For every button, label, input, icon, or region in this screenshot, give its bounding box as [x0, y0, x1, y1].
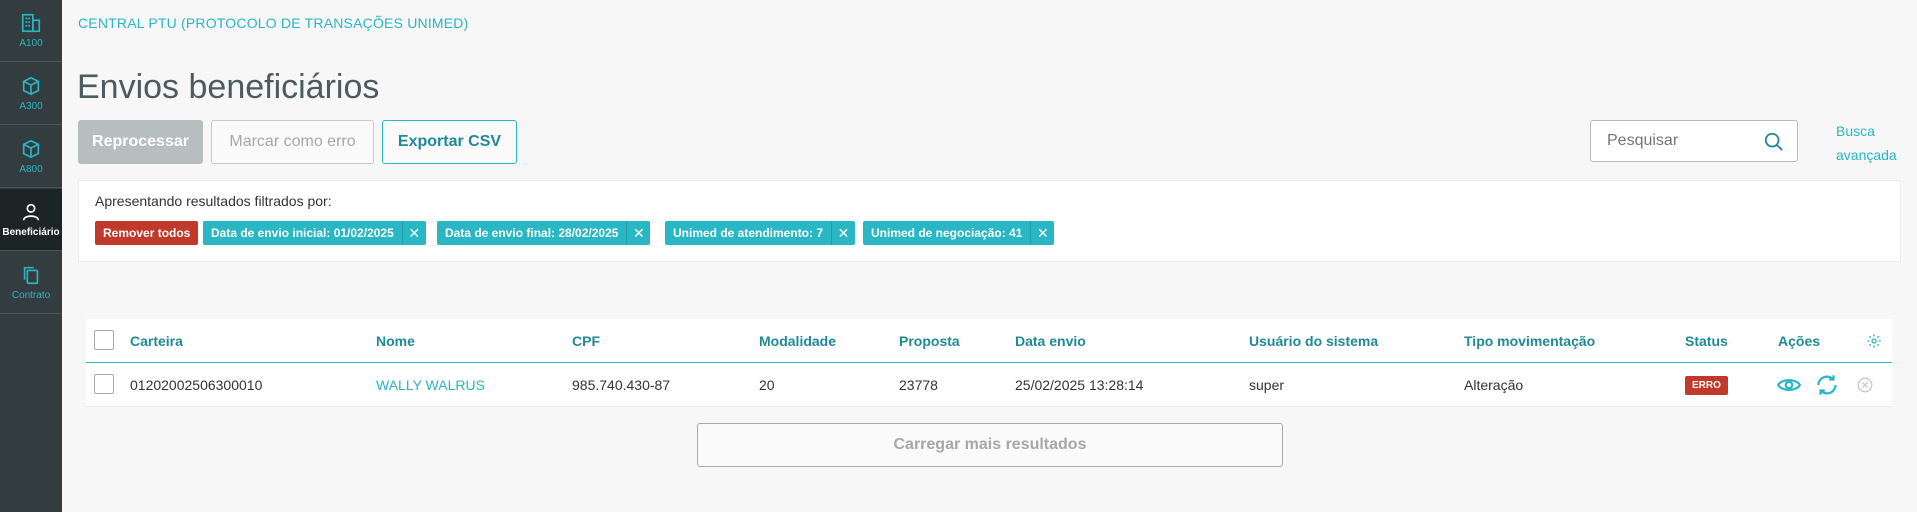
- sidebar-item-a800[interactable]: A800: [0, 126, 62, 188]
- sidebar-item-a100[interactable]: A100: [0, 0, 62, 62]
- filter-chip-label: Unimed de atendimento: 7: [673, 226, 824, 240]
- row-checkbox[interactable]: [94, 374, 114, 394]
- export-csv-button[interactable]: Exportar CSV: [382, 120, 517, 164]
- filter-chip-unimed-atendimento: Unimed de atendimento: 7 ✕: [665, 221, 856, 245]
- column-header-nome[interactable]: Nome: [376, 319, 415, 363]
- advanced-search-link[interactable]: Busca avançada: [1836, 119, 1906, 167]
- column-header-acoes: Ações: [1778, 333, 1821, 349]
- advanced-search-label-line1: Busca: [1836, 123, 1875, 139]
- column-header-usuario[interactable]: Usuário do sistema: [1249, 319, 1378, 363]
- filter-chip-end-date: Data de envio final: 28/02/2025 ✕: [437, 221, 651, 245]
- column-header-tipo[interactable]: Tipo movimentação: [1464, 319, 1595, 363]
- select-all-checkbox[interactable]: [94, 330, 114, 350]
- status-cell: ERRO: [1685, 363, 1728, 407]
- breadcrumb[interactable]: CENTRAL PTU (PROTOCOLO DE TRANSAÇÕES UNI…: [78, 15, 468, 31]
- close-icon[interactable]: ✕: [1030, 221, 1054, 245]
- sidebar-item-label: Contrato: [11, 290, 51, 301]
- search-input[interactable]: [1607, 132, 1757, 150]
- column-header-carteira[interactable]: Carteira: [130, 319, 183, 363]
- cell-data-envio: 25/02/2025 13:28:14: [1015, 377, 1144, 393]
- sidebar-item-beneficiario[interactable]: Beneficiário: [0, 189, 62, 251]
- view-icon[interactable]: [1776, 363, 1802, 407]
- advanced-search-label-line2: avançada: [1836, 147, 1897, 163]
- cell-carteira: 01202002506300010: [130, 377, 263, 393]
- sidebar-item-label: A100: [19, 38, 43, 49]
- person-icon: [22, 203, 40, 221]
- column-header-status[interactable]: Status: [1685, 319, 1728, 363]
- column-header-data-envio[interactable]: Data envio: [1015, 319, 1086, 363]
- reprocess-button[interactable]: Reprocessar: [78, 120, 203, 164]
- column-header-proposta[interactable]: Proposta: [899, 319, 960, 363]
- cell-nome-link[interactable]: WALLY WALRUS: [376, 363, 485, 407]
- reprocess-icon[interactable]: [1814, 363, 1840, 407]
- cell-modalidade: 20: [759, 377, 775, 393]
- search-icon[interactable]: [1763, 131, 1785, 153]
- status-badge: ERRO: [1685, 375, 1728, 395]
- page-title: Envios beneficiários: [77, 68, 380, 106]
- gear-icon[interactable]: [1866, 319, 1882, 363]
- column-header-cpf[interactable]: CPF: [572, 319, 600, 363]
- filter-chip-unimed-negociacao: Unimed de negociação: 41 ✕: [863, 221, 1055, 245]
- box-icon: [22, 76, 40, 96]
- close-icon[interactable]: ✕: [831, 221, 855, 245]
- search-box: [1590, 120, 1798, 162]
- cell-proposta: 23778: [899, 377, 938, 393]
- remove-all-filters-button[interactable]: Remover todos: [95, 221, 199, 245]
- sidebar-item-label: Beneficiário: [2, 227, 60, 238]
- remove-all-label: Remover todos: [103, 226, 191, 240]
- mark-as-error-button[interactable]: Marcar como erro: [211, 120, 374, 164]
- filter-chip-label: Data de envio final: 28/02/2025: [445, 226, 619, 240]
- cell-cpf: 985.740.430-87: [572, 377, 671, 393]
- building-icon: [21, 13, 41, 33]
- sidebar-item-label: A300: [19, 101, 43, 112]
- sidebar-item-contrato[interactable]: Contrato: [0, 252, 62, 314]
- column-header-modalidade[interactable]: Modalidade: [759, 319, 836, 363]
- box-icon: [22, 139, 40, 159]
- filter-chip-label: Data de envio inicial: 01/02/2025: [211, 226, 394, 240]
- sidebar-item-label: A800: [19, 164, 43, 175]
- filter-label: Apresentando resultados filtrados por:: [95, 193, 332, 209]
- cell-tipo: Alteração: [1464, 377, 1524, 393]
- filter-panel: Apresentando resultados filtrados por: R…: [78, 180, 1901, 262]
- sidebar-item-a300[interactable]: A300: [0, 63, 62, 125]
- close-icon[interactable]: ✕: [401, 221, 426, 245]
- copy-icon: [23, 266, 39, 285]
- cancel-icon[interactable]: [1856, 363, 1874, 407]
- table-row: 01202002506300010 WALLY WALRUS 985.740.4…: [86, 363, 1892, 407]
- close-icon[interactable]: ✕: [626, 221, 650, 245]
- table-header: Carteira Nome CPF Modalidade Proposta Da…: [86, 319, 1892, 363]
- results-table: Carteira Nome CPF Modalidade Proposta Da…: [86, 319, 1892, 407]
- filter-chip-label: Unimed de negociação: 41: [871, 226, 1023, 240]
- filter-chip-start-date: Data de envio inicial: 01/02/2025 ✕: [203, 221, 426, 245]
- sidebar: A100 A300 A800 Beneficiário Contrato: [0, 0, 62, 512]
- cell-usuario: super: [1249, 377, 1285, 393]
- load-more-button[interactable]: Carregar mais resultados: [697, 423, 1283, 467]
